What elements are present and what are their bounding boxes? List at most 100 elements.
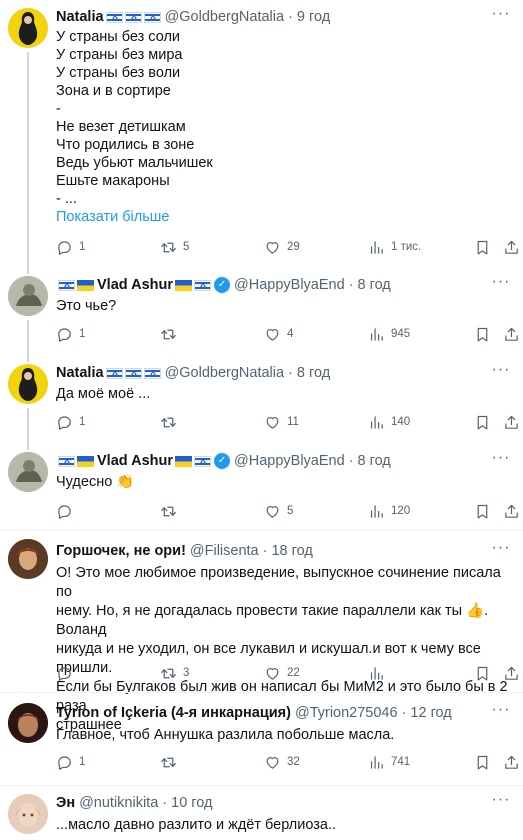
share-button[interactable]: [503, 412, 520, 432]
author-handle[interactable]: @GoldbergNatalia: [165, 363, 285, 383]
author-handle[interactable]: @GoldbergNatalia: [165, 7, 285, 27]
retweet-button[interactable]: [160, 412, 183, 432]
like-count: 5: [287, 505, 294, 517]
reply-button[interactable]: [56, 501, 79, 521]
retweet-button[interactable]: 3: [160, 663, 189, 683]
timestamp[interactable]: 8 год: [358, 275, 391, 295]
share-icon: [503, 414, 520, 431]
heart-icon: [264, 414, 281, 431]
more-icon[interactable]: ···: [491, 792, 511, 813]
tweet[interactable]: Natalia @GoldbergNatalia · 9 год ··· У с…: [0, 0, 523, 264]
timestamp[interactable]: 8 год: [297, 363, 330, 383]
author-name[interactable]: Эн: [56, 793, 75, 813]
reply-button[interactable]: 1: [56, 237, 85, 257]
reply-button[interactable]: 1: [56, 412, 85, 432]
author-name[interactable]: Vlad Ashur: [97, 451, 173, 471]
author-name[interactable]: Горшочек, не ори!: [56, 541, 186, 561]
like-count: 4: [287, 328, 294, 340]
share-button[interactable]: [503, 324, 520, 344]
like-button[interactable]: 4: [264, 324, 293, 344]
tweet-header: Tyrion of Içkeria (4-я инкарнация) @Tyri…: [56, 703, 493, 723]
more-icon[interactable]: ···: [491, 540, 511, 561]
tweet-line: -: [56, 101, 61, 117]
author-name[interactable]: Vlad Ashur: [97, 275, 173, 295]
share-icon: [503, 239, 520, 256]
retweet-button[interactable]: [160, 501, 183, 521]
like-button[interactable]: 29: [264, 237, 300, 257]
avatar[interactable]: [8, 276, 48, 316]
like-button[interactable]: 5: [264, 501, 293, 521]
timestamp[interactable]: 10 год: [171, 793, 212, 813]
timestamp[interactable]: 8 год: [358, 451, 391, 471]
retweet-count: 5: [183, 241, 190, 253]
share-button[interactable]: [503, 501, 520, 521]
author-handle[interactable]: @nutiknikita: [79, 793, 158, 813]
author-name[interactable]: Natalia: [56, 363, 104, 383]
tweet[interactable]: Natalia @GoldbergNatalia · 8 год ··· Да …: [0, 352, 523, 440]
more-icon[interactable]: ···: [491, 274, 511, 295]
reply-button[interactable]: [56, 663, 79, 683]
bookmark-button[interactable]: [474, 412, 491, 432]
share-button[interactable]: [503, 663, 520, 683]
tweet-line: У страны без мира: [56, 47, 183, 63]
tweet[interactable]: Vlad Ashur ✓ @HappyBlyaEnd · 8 год ··· Э…: [0, 264, 523, 352]
share-button[interactable]: [503, 752, 520, 772]
share-button[interactable]: [503, 237, 520, 257]
avatar[interactable]: [8, 8, 48, 48]
heart-icon: [264, 326, 281, 343]
avatar[interactable]: [8, 539, 48, 579]
reply-button[interactable]: 1: [56, 752, 85, 772]
timestamp[interactable]: 9 год: [297, 7, 330, 27]
views-button[interactable]: 1 тис.: [368, 237, 421, 257]
avatar[interactable]: [8, 794, 48, 834]
more-icon[interactable]: ···: [491, 702, 511, 723]
timestamp[interactable]: 18 год: [271, 541, 312, 561]
tweet-header: Vlad Ashur ✓ @HappyBlyaEnd · 8 год: [56, 275, 493, 295]
bookmark-button[interactable]: [474, 663, 491, 683]
heart-icon: [264, 754, 281, 771]
avatar[interactable]: [8, 452, 48, 492]
show-more-link[interactable]: Показати більше: [56, 208, 169, 226]
tweet[interactable]: Tyrion of Içkeria (4-я инкарнация) @Tyri…: [0, 693, 523, 785]
tweet[interactable]: Vlad Ashur ✓ @HappyBlyaEnd · 8 год ··· Ч…: [0, 440, 523, 530]
more-icon[interactable]: ···: [491, 362, 511, 383]
bookmark-button[interactable]: [474, 237, 491, 257]
more-icon[interactable]: ···: [491, 6, 511, 27]
like-button[interactable]: 32: [264, 752, 300, 772]
tweet-header: Горшочек, не ори! @Filisenta · 18 год: [56, 541, 493, 561]
retweet-button[interactable]: [160, 324, 183, 344]
reply-icon: [56, 326, 73, 343]
author-handle[interactable]: @HappyBlyaEnd: [234, 275, 345, 295]
retweet-button[interactable]: 5: [160, 237, 189, 257]
tweet[interactable]: Горшочек, не ори! @Filisenta · 18 год ··…: [0, 531, 523, 733]
author-handle[interactable]: @Filisenta: [190, 541, 259, 561]
avatar[interactable]: [8, 703, 48, 743]
tweet-text: Главное, чтоб Аннушка разлила побольше м…: [56, 726, 509, 744]
retweet-button[interactable]: [160, 752, 183, 772]
views-button[interactable]: 741: [368, 752, 410, 772]
bookmark-icon: [474, 754, 491, 771]
israel-flag-icon: [58, 455, 75, 467]
timestamp[interactable]: 12 год: [410, 703, 451, 723]
like-button[interactable]: 11: [264, 412, 299, 432]
verified-badge-icon: ✓: [214, 277, 231, 293]
views-button[interactable]: [368, 663, 391, 683]
avatar[interactable]: [8, 364, 48, 404]
bookmark-button[interactable]: [474, 501, 491, 521]
more-icon[interactable]: ···: [491, 450, 511, 471]
views-button[interactable]: 945: [368, 324, 410, 344]
views-count: 741: [391, 756, 411, 768]
author-handle[interactable]: @Tyrion275046: [295, 703, 398, 723]
views-button[interactable]: 140: [368, 412, 410, 432]
author-name[interactable]: Tyrion of Içkeria (4-я инкарнация): [56, 703, 291, 723]
bookmark-button[interactable]: [474, 752, 491, 772]
bookmark-button[interactable]: [474, 324, 491, 344]
views-button[interactable]: 120: [368, 501, 410, 521]
reply-button[interactable]: 1: [56, 324, 85, 344]
tweet[interactable]: Эн @nutiknikita · 10 год ··· ...масло да…: [0, 786, 523, 840]
author-name[interactable]: Natalia: [56, 7, 104, 27]
author-handle[interactable]: @HappyBlyaEnd: [234, 451, 345, 471]
retweet-count: 3: [183, 667, 190, 679]
like-button[interactable]: 22: [264, 663, 300, 683]
tweet-header: Natalia @GoldbergNatalia · 9 год: [56, 7, 493, 27]
